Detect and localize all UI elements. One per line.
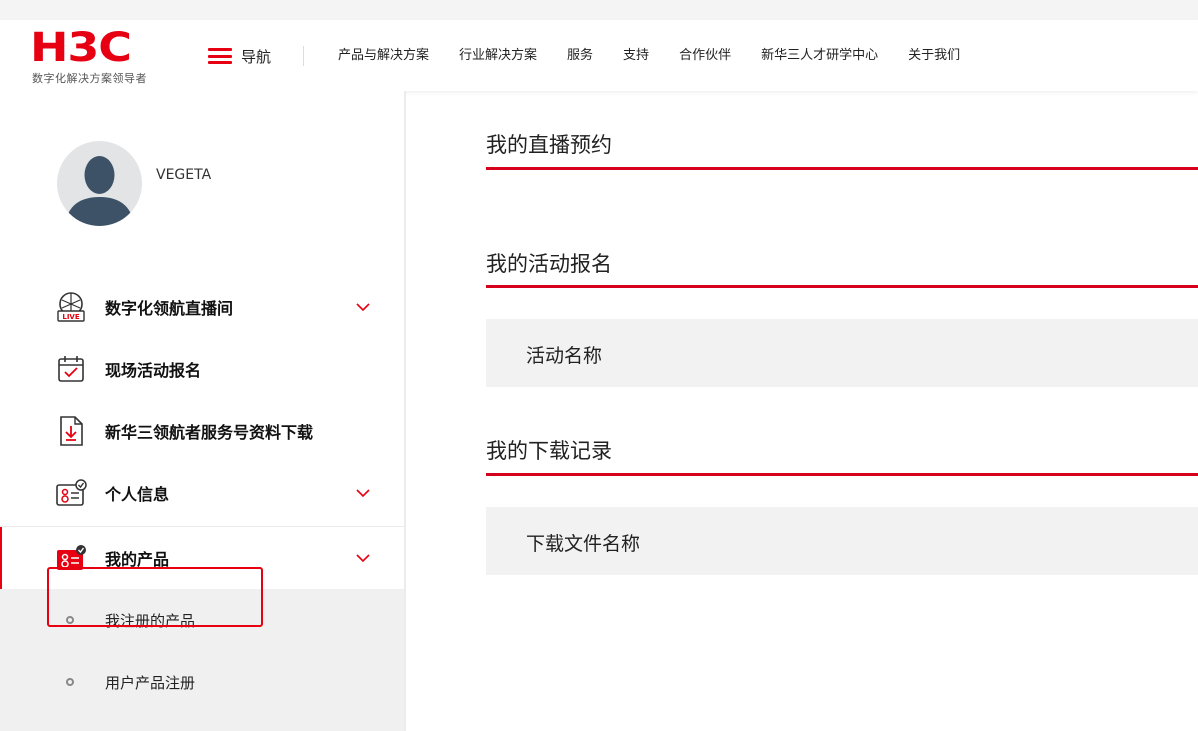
active-indicator xyxy=(0,527,2,589)
nav-toggle-button[interactable]: 导航 xyxy=(208,44,271,68)
calendar-check-icon xyxy=(55,353,87,385)
username: VEGETA xyxy=(156,167,212,183)
live-icon: LIVE xyxy=(55,291,87,323)
main-content: 我的直播预约 我的活动报名 活动名称 我的下载记录 下载文件名称 xyxy=(486,91,1198,731)
menu-item-industry[interactable]: 行业解决方案 xyxy=(459,46,537,66)
section-title-event-signup: 我的活动报名 xyxy=(486,252,612,276)
column-header-file-name: 下载文件名称 xyxy=(526,533,641,555)
h3c-logo[interactable]: H3C 数字化解决方案领导者 xyxy=(30,28,160,88)
sidebar-item-label: 我的产品 xyxy=(105,549,170,569)
menu-item-services[interactable]: 服务 xyxy=(567,46,593,66)
sidebar-item-event-signup[interactable]: 现场活动报名 xyxy=(0,338,404,400)
avatar[interactable] xyxy=(57,141,142,226)
menu-item-support[interactable]: 支持 xyxy=(623,46,649,66)
site-header: H3C 数字化解决方案领导者 导航 产品与解决方案 行业解决方案 服务 支持 合… xyxy=(0,20,1198,91)
column-header-event-name: 活动名称 xyxy=(526,345,603,367)
nav-divider xyxy=(303,46,304,66)
logo-tagline: 数字化解决方案领导者 xyxy=(32,72,147,85)
menu-item-products[interactable]: 产品与解决方案 xyxy=(338,46,429,66)
top-strip xyxy=(0,0,1198,20)
submenu-item-product-registration[interactable]: 用户产品注册 xyxy=(0,651,404,713)
menu-item-about[interactable]: 关于我们 xyxy=(908,46,960,66)
top-menu: 产品与解决方案 行业解决方案 服务 支持 合作伙伴 新华三人才研学中心 关于我们 xyxy=(338,46,990,66)
download-document-icon xyxy=(55,415,87,447)
sidebar-item-download[interactable]: 新华三领航者服务号资料下载 xyxy=(0,400,404,462)
section-title-download-history: 我的下载记录 xyxy=(486,439,612,463)
chevron-down-icon[interactable] xyxy=(356,551,370,565)
section-title-live-booking: 我的直播预约 xyxy=(486,133,612,157)
bullet-icon xyxy=(66,678,74,686)
id-card-icon xyxy=(55,477,87,509)
download-table-header: 下载文件名称 xyxy=(486,507,1198,575)
menu-item-talent-center[interactable]: 新华三人才研学中心 xyxy=(761,46,878,66)
sidebar-item-live-room[interactable]: LIVE 数字化领航直播间 xyxy=(0,276,404,338)
sidebar-item-label: 新华三领航者服务号资料下载 xyxy=(105,423,314,442)
chevron-down-icon[interactable] xyxy=(356,486,370,500)
highlight-annotation xyxy=(47,567,263,627)
sidebar-item-personal-info[interactable]: 个人信息 xyxy=(0,462,404,524)
section-divider xyxy=(486,473,1198,476)
section-divider xyxy=(486,285,1198,288)
hamburger-icon xyxy=(208,48,232,64)
logo-mark: H3C xyxy=(30,25,132,71)
sidebar-item-label: 数字化领航直播间 xyxy=(105,299,234,318)
section-divider xyxy=(486,167,1198,170)
submenu-item-label: 用户产品注册 xyxy=(105,673,196,692)
sidebar-item-label: 现场活动报名 xyxy=(105,361,202,380)
nav-toggle-label: 导航 xyxy=(241,47,272,66)
sidebar-item-label: 个人信息 xyxy=(105,485,170,504)
sidebar: VEGETA LIVE 数字化领航直播间 现场活动报名 新华三领航者服务号资料下… xyxy=(0,91,406,731)
event-table-header: 活动名称 xyxy=(486,319,1198,387)
svg-text:LIVE: LIVE xyxy=(62,313,79,321)
chevron-down-icon[interactable] xyxy=(356,300,370,314)
user-silhouette-icon xyxy=(65,156,134,226)
menu-item-partners[interactable]: 合作伙伴 xyxy=(679,46,731,66)
